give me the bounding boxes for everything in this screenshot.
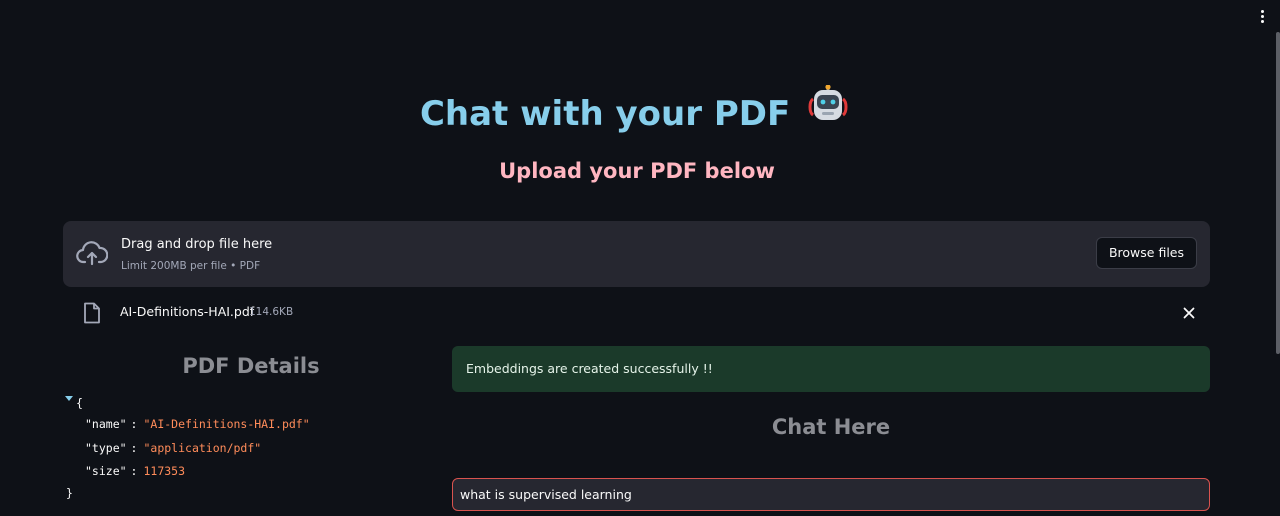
json-key: "name" bbox=[85, 417, 127, 431]
menu-dot bbox=[1260, 9, 1264, 13]
json-row-name: "name": "AI-Definitions-HAI.pdf" bbox=[85, 417, 310, 431]
pdf-details-heading: PDF Details bbox=[182, 354, 320, 378]
json-row-size: "size":117353 bbox=[85, 464, 186, 478]
json-value: "AI-Definitions-HAI.pdf" bbox=[143, 417, 310, 431]
json-open-brace: { bbox=[76, 396, 83, 410]
collapse-caret-icon[interactable] bbox=[65, 396, 73, 401]
file-icon bbox=[82, 302, 102, 324]
success-alert: Embeddings are created successfully !! bbox=[452, 346, 1210, 392]
json-value: 117353 bbox=[143, 464, 186, 478]
remove-file-close-icon[interactable] bbox=[1182, 305, 1196, 319]
chat-heading: Chat Here bbox=[771, 415, 891, 439]
dropzone-limit: Limit 200MB per file • PDF bbox=[121, 260, 261, 272]
pdf-details-json: { "name": "AI-Definitions-HAI.pdf" "type"… bbox=[64, 392, 440, 512]
menu-dot bbox=[1260, 19, 1264, 23]
uploaded-file-item: AI-Definitions-HAI.pdf 114.6KB bbox=[63, 300, 1210, 326]
uploaded-file-size: 114.6KB bbox=[249, 306, 294, 318]
browse-files-button[interactable]: Browse files bbox=[1095, 237, 1197, 269]
json-value: "application/pdf" bbox=[143, 441, 262, 455]
page-title-text: Chat with your PDF bbox=[419, 94, 791, 134]
page-subtitle: Upload your PDF below bbox=[499, 159, 775, 183]
app-root: Chat with your PDF Upload your PDF below bbox=[0, 0, 1280, 516]
uploaded-file-name: AI-Definitions-HAI.pdf bbox=[120, 304, 255, 319]
json-row-type: "type": "application/pdf" bbox=[85, 441, 262, 455]
dropzone-instructions: Drag and drop file here bbox=[121, 237, 273, 252]
file-dropzone[interactable]: Drag and drop file here Limit 200MB per … bbox=[63, 221, 1210, 287]
chat-question-input[interactable] bbox=[452, 478, 1210, 511]
cloud-upload-icon bbox=[76, 239, 109, 267]
json-key: "size" bbox=[85, 464, 127, 478]
robot-icon bbox=[808, 84, 848, 138]
json-key: "type" bbox=[85, 441, 127, 455]
success-message: Embeddings are created successfully !! bbox=[466, 361, 713, 376]
page-title: Chat with your PDF bbox=[0, 84, 1268, 140]
json-close-brace: } bbox=[66, 486, 73, 500]
menu-dot bbox=[1260, 14, 1264, 18]
main-menu-button[interactable] bbox=[1254, 6, 1270, 26]
scrollbar[interactable] bbox=[1276, 32, 1280, 354]
